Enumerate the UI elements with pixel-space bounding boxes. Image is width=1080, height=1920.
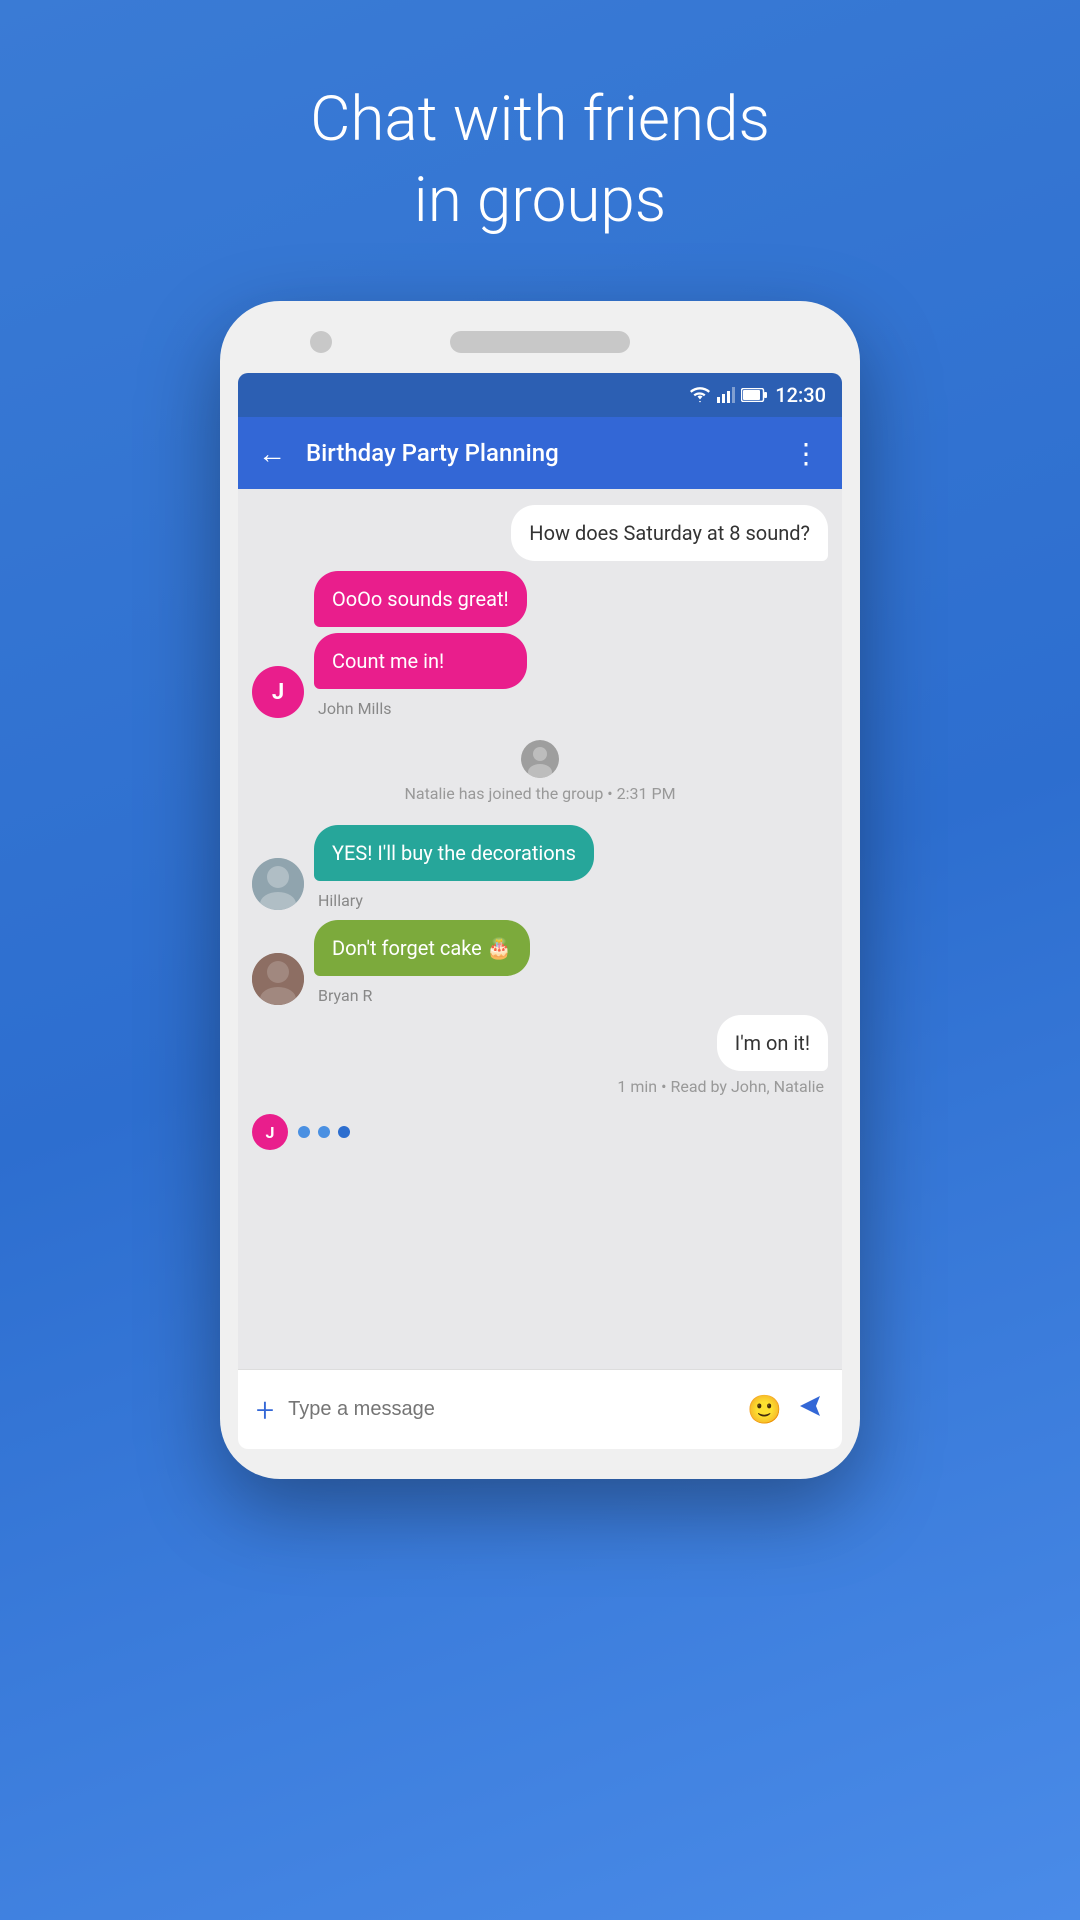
phone-speaker bbox=[450, 331, 630, 353]
more-button[interactable]: ⋮ bbox=[792, 437, 822, 470]
input-bar: + 🙂 bbox=[238, 1369, 842, 1449]
phone-frame: 12:30 ← Birthday Party Planning ⋮ How do… bbox=[220, 301, 860, 1479]
phone-camera bbox=[310, 331, 332, 353]
system-message: Natalie has joined the group • 2:31 PM bbox=[252, 740, 828, 803]
outgoing-bubble-group: I'm on it! 1 min • Read by John, Natalie bbox=[617, 1015, 828, 1096]
bubble-group: YES! I'll buy the decorations Hillary bbox=[314, 825, 594, 910]
system-text: Natalie has joined the group • 2:31 PM bbox=[404, 784, 675, 803]
bubble-group: OoOo sounds great! Count me in! John Mil… bbox=[314, 571, 527, 718]
status-icons bbox=[689, 387, 767, 403]
avatar bbox=[252, 858, 304, 910]
wifi-icon bbox=[689, 387, 711, 403]
system-avatar bbox=[521, 740, 559, 778]
message-row: How does Saturday at 8 sound? bbox=[252, 505, 828, 561]
back-button[interactable]: ← bbox=[258, 437, 286, 470]
message-bubble: I'm on it! bbox=[717, 1015, 828, 1071]
app-bar: ← Birthday Party Planning ⋮ bbox=[238, 417, 842, 489]
sender-name: John Mills bbox=[314, 699, 527, 718]
page-title: Chat with friends in groups bbox=[310, 80, 770, 241]
message-bubble: YES! I'll buy the decorations bbox=[314, 825, 594, 881]
sender-name: Bryan R bbox=[314, 986, 530, 1005]
avatar: J bbox=[252, 666, 304, 718]
emoji-button[interactable]: 🙂 bbox=[747, 1393, 782, 1426]
sender-name: Hillary bbox=[314, 891, 594, 910]
avatar bbox=[252, 953, 304, 1005]
message-row: J OoOo sounds great! Count me in! John M… bbox=[252, 571, 828, 718]
chat-title: Birthday Party Planning bbox=[306, 439, 792, 467]
typing-dot bbox=[338, 1126, 350, 1138]
message-bubble: OoOo sounds great! bbox=[314, 571, 527, 627]
typing-avatar: J bbox=[252, 1114, 288, 1150]
message-row: I'm on it! 1 min • Read by John, Natalie bbox=[252, 1015, 828, 1096]
chat-area: How does Saturday at 8 sound? J OoOo sou… bbox=[238, 489, 842, 1369]
message-bubble: How does Saturday at 8 sound? bbox=[511, 505, 828, 561]
typing-dots bbox=[298, 1126, 350, 1138]
signal-icon bbox=[717, 387, 735, 403]
battery-icon bbox=[741, 388, 767, 402]
time-display: 12:30 bbox=[775, 383, 826, 407]
message-row: YES! I'll buy the decorations Hillary bbox=[252, 825, 828, 910]
message-bubble: Count me in! bbox=[314, 633, 527, 689]
add-button[interactable]: + bbox=[256, 1391, 274, 1429]
outgoing-bubble-group: How does Saturday at 8 sound? bbox=[511, 505, 828, 561]
read-receipt: 1 min • Read by John, Natalie bbox=[617, 1077, 828, 1096]
send-button[interactable] bbox=[796, 1392, 824, 1427]
typing-indicator: J bbox=[252, 1106, 828, 1158]
status-bar: 12:30 bbox=[238, 373, 842, 417]
typing-dot bbox=[298, 1126, 310, 1138]
phone-screen: 12:30 ← Birthday Party Planning ⋮ How do… bbox=[238, 373, 842, 1449]
message-bubble: Don't forget cake 🎂 bbox=[314, 920, 530, 976]
message-input[interactable] bbox=[288, 1398, 733, 1421]
message-row: Don't forget cake 🎂 Bryan R bbox=[252, 920, 828, 1005]
bubble-group: Don't forget cake 🎂 Bryan R bbox=[314, 920, 530, 1005]
typing-dot bbox=[318, 1126, 330, 1138]
